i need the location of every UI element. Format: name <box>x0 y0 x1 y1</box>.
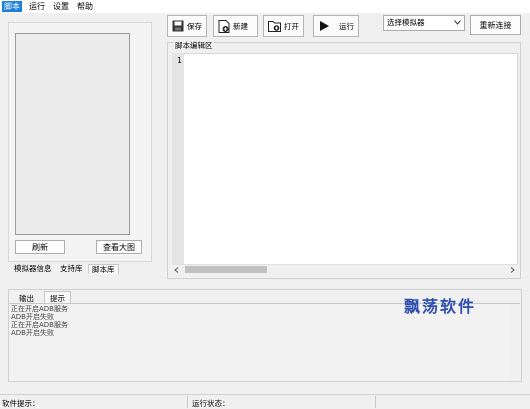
line-number: 1 <box>177 56 182 65</box>
scroll-right-icon[interactable] <box>510 267 515 273</box>
menu-settings[interactable]: 设置 <box>51 1 71 12</box>
run-label: 运行 <box>339 21 354 31</box>
horizontal-scroll-thumb[interactable] <box>185 266 267 273</box>
tab-script-library[interactable]: 脚本库 <box>88 264 119 274</box>
emulator-select-value: 选择模拟器 <box>387 18 425 27</box>
menu-bar: 脚本 运行 设置 帮助 <box>0 0 530 13</box>
menu-script[interactable]: 脚本 <box>2 1 22 12</box>
emulator-screen-preview <box>15 33 130 235</box>
refresh-button[interactable]: 刷新 <box>15 240 65 254</box>
chevron-down-icon <box>454 20 461 25</box>
log-line: 正在开启ADB服务 <box>11 305 68 313</box>
status-bar <box>0 394 530 409</box>
watermark-logo: 飘荡软件 <box>404 297 477 316</box>
scroll-left-icon[interactable] <box>174 267 179 273</box>
status-divider <box>375 396 376 408</box>
save-button[interactable]: 保存 <box>167 15 207 37</box>
new-label: 新建 <box>233 21 248 31</box>
script-editor[interactable] <box>172 53 518 275</box>
open-button[interactable]: 打开 <box>263 15 304 37</box>
run-button[interactable]: 运行 <box>313 15 359 37</box>
tab-emulator-info[interactable]: 模拟器信息 <box>14 264 52 274</box>
line-gutter <box>172 53 184 264</box>
log-line: 正在开启ADB服务 <box>11 321 68 329</box>
save-label: 保存 <box>187 21 202 31</box>
menu-help[interactable]: 帮助 <box>75 1 95 12</box>
menu-run[interactable]: 运行 <box>27 1 47 12</box>
status-hint-label: 软件提示： <box>2 399 40 408</box>
new-button[interactable]: 新建 <box>213 15 258 37</box>
open-folder-icon <box>268 21 281 32</box>
play-icon <box>320 21 329 31</box>
status-divider <box>187 396 188 408</box>
log-line: ADB开启失败 <box>11 329 54 337</box>
status-run-label: 运行状态： <box>192 399 230 408</box>
emulator-select[interactable]: 选择模拟器 <box>383 15 465 31</box>
new-file-icon <box>218 19 230 33</box>
reconnect-button[interactable]: 重新连接 <box>470 15 521 35</box>
editor-label: 脚本编辑区 <box>174 40 214 51</box>
log-line: ADB开启失败 <box>11 313 54 321</box>
open-label: 打开 <box>284 21 299 31</box>
tab-support-library[interactable]: 支持库 <box>60 264 83 274</box>
tab-hints[interactable]: 提示 <box>44 291 71 303</box>
vertical-scrollbar[interactable] <box>510 304 520 380</box>
save-icon <box>172 20 184 32</box>
view-large-button[interactable]: 查看大图 <box>96 240 142 254</box>
